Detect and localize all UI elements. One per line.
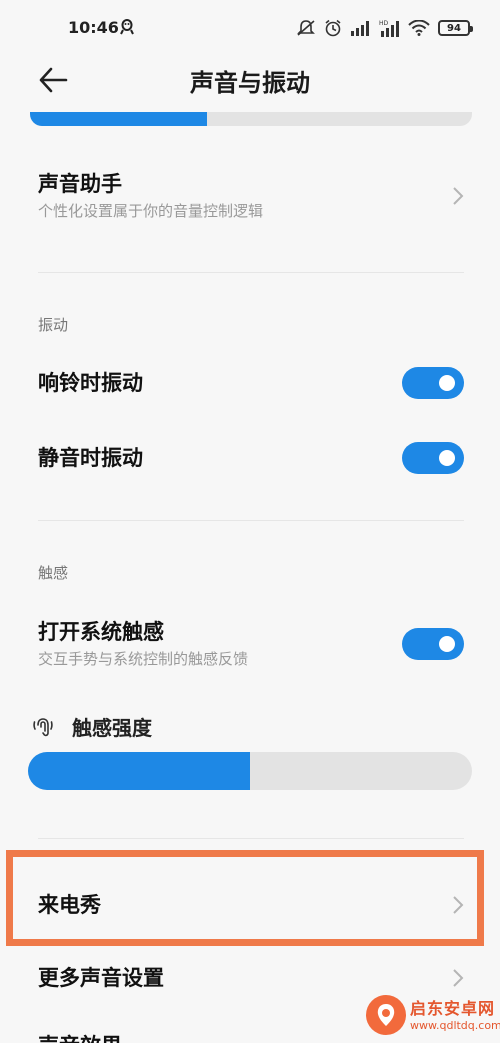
system-haptics-toggle[interactable] bbox=[402, 628, 464, 660]
silent-vibrate-toggle[interactable] bbox=[402, 442, 464, 474]
highlight-box bbox=[6, 850, 484, 946]
watermark-title: 启东安卓网 bbox=[410, 999, 496, 1018]
svg-text:HD: HD bbox=[379, 20, 389, 27]
silent-vibrate-title: 静音时振动 bbox=[38, 446, 143, 470]
mute-vibrate-icon bbox=[297, 20, 315, 36]
battery-level: 94 bbox=[447, 22, 461, 34]
section-label-haptics: 触感 bbox=[38, 564, 69, 582]
section-label-vibration: 振动 bbox=[38, 316, 69, 334]
watermark-url: www.qdltdq.com bbox=[410, 1019, 500, 1032]
sound-assistant-row[interactable]: 声音助手 个性化设置属于你的音量控制逻辑 bbox=[38, 170, 464, 230]
status-icons: HD 94 bbox=[296, 17, 473, 39]
ring-vibrate-toggle[interactable] bbox=[402, 367, 464, 399]
toggle-knob bbox=[439, 375, 455, 391]
toggle-knob bbox=[439, 636, 455, 652]
status-bar: 10:46 HD 94 bbox=[0, 0, 500, 58]
battery-icon: 94 bbox=[438, 20, 473, 36]
haptic-fingerprint-icon bbox=[33, 717, 53, 736]
chevron-right-icon bbox=[453, 187, 464, 205]
more-sound-settings-title: 更多声音设置 bbox=[38, 966, 164, 990]
ring-vibrate-title: 响铃时振动 bbox=[38, 371, 143, 395]
wifi-icon bbox=[408, 20, 430, 36]
haptic-intensity-slider[interactable] bbox=[28, 752, 472, 790]
sound-assistant-subtitle: 个性化设置属于你的音量控制逻辑 bbox=[38, 202, 264, 220]
sound-assistant-title: 声音助手 bbox=[38, 172, 122, 196]
haptic-intensity-slider-fill bbox=[28, 752, 250, 790]
chevron-right-icon bbox=[453, 969, 464, 987]
divider bbox=[38, 838, 464, 839]
watermark: 启东安卓网 www.qdltdq.com bbox=[366, 993, 500, 1039]
page-title: 声音与振动 bbox=[190, 69, 310, 97]
system-haptics-subtitle: 交互手势与系统控制的触感反馈 bbox=[38, 650, 249, 668]
divider bbox=[38, 520, 464, 521]
toggle-knob bbox=[439, 450, 455, 466]
header: 声音与振动 bbox=[0, 58, 500, 102]
divider bbox=[38, 272, 464, 273]
watermark-logo-icon bbox=[366, 995, 406, 1035]
alarm-icon bbox=[325, 19, 341, 37]
partial-row-title[interactable]: 声音效果 bbox=[38, 1030, 122, 1043]
system-haptics-row[interactable]: 打开系统触感 交互手势与系统控制的触感反馈 bbox=[38, 618, 464, 674]
silent-vibrate-row[interactable]: 静音时振动 bbox=[38, 441, 464, 475]
more-sound-settings-row[interactable]: 更多声音设置 bbox=[38, 961, 464, 995]
volume-slider-fill bbox=[30, 112, 207, 126]
status-time: 10:46 bbox=[68, 18, 119, 37]
watermark-logo-shape bbox=[377, 1004, 395, 1026]
system-haptics-title: 打开系统触感 bbox=[38, 620, 164, 644]
signal-icon bbox=[351, 21, 369, 36]
notification-icon bbox=[120, 19, 134, 35]
haptic-intensity-label: 触感强度 bbox=[72, 716, 152, 740]
hd-signal-icon: HD bbox=[379, 20, 399, 37]
volume-slider[interactable] bbox=[30, 112, 472, 126]
ring-vibrate-row[interactable]: 响铃时振动 bbox=[38, 366, 464, 400]
haptic-intensity-label-row: 触感强度 bbox=[32, 712, 152, 741]
